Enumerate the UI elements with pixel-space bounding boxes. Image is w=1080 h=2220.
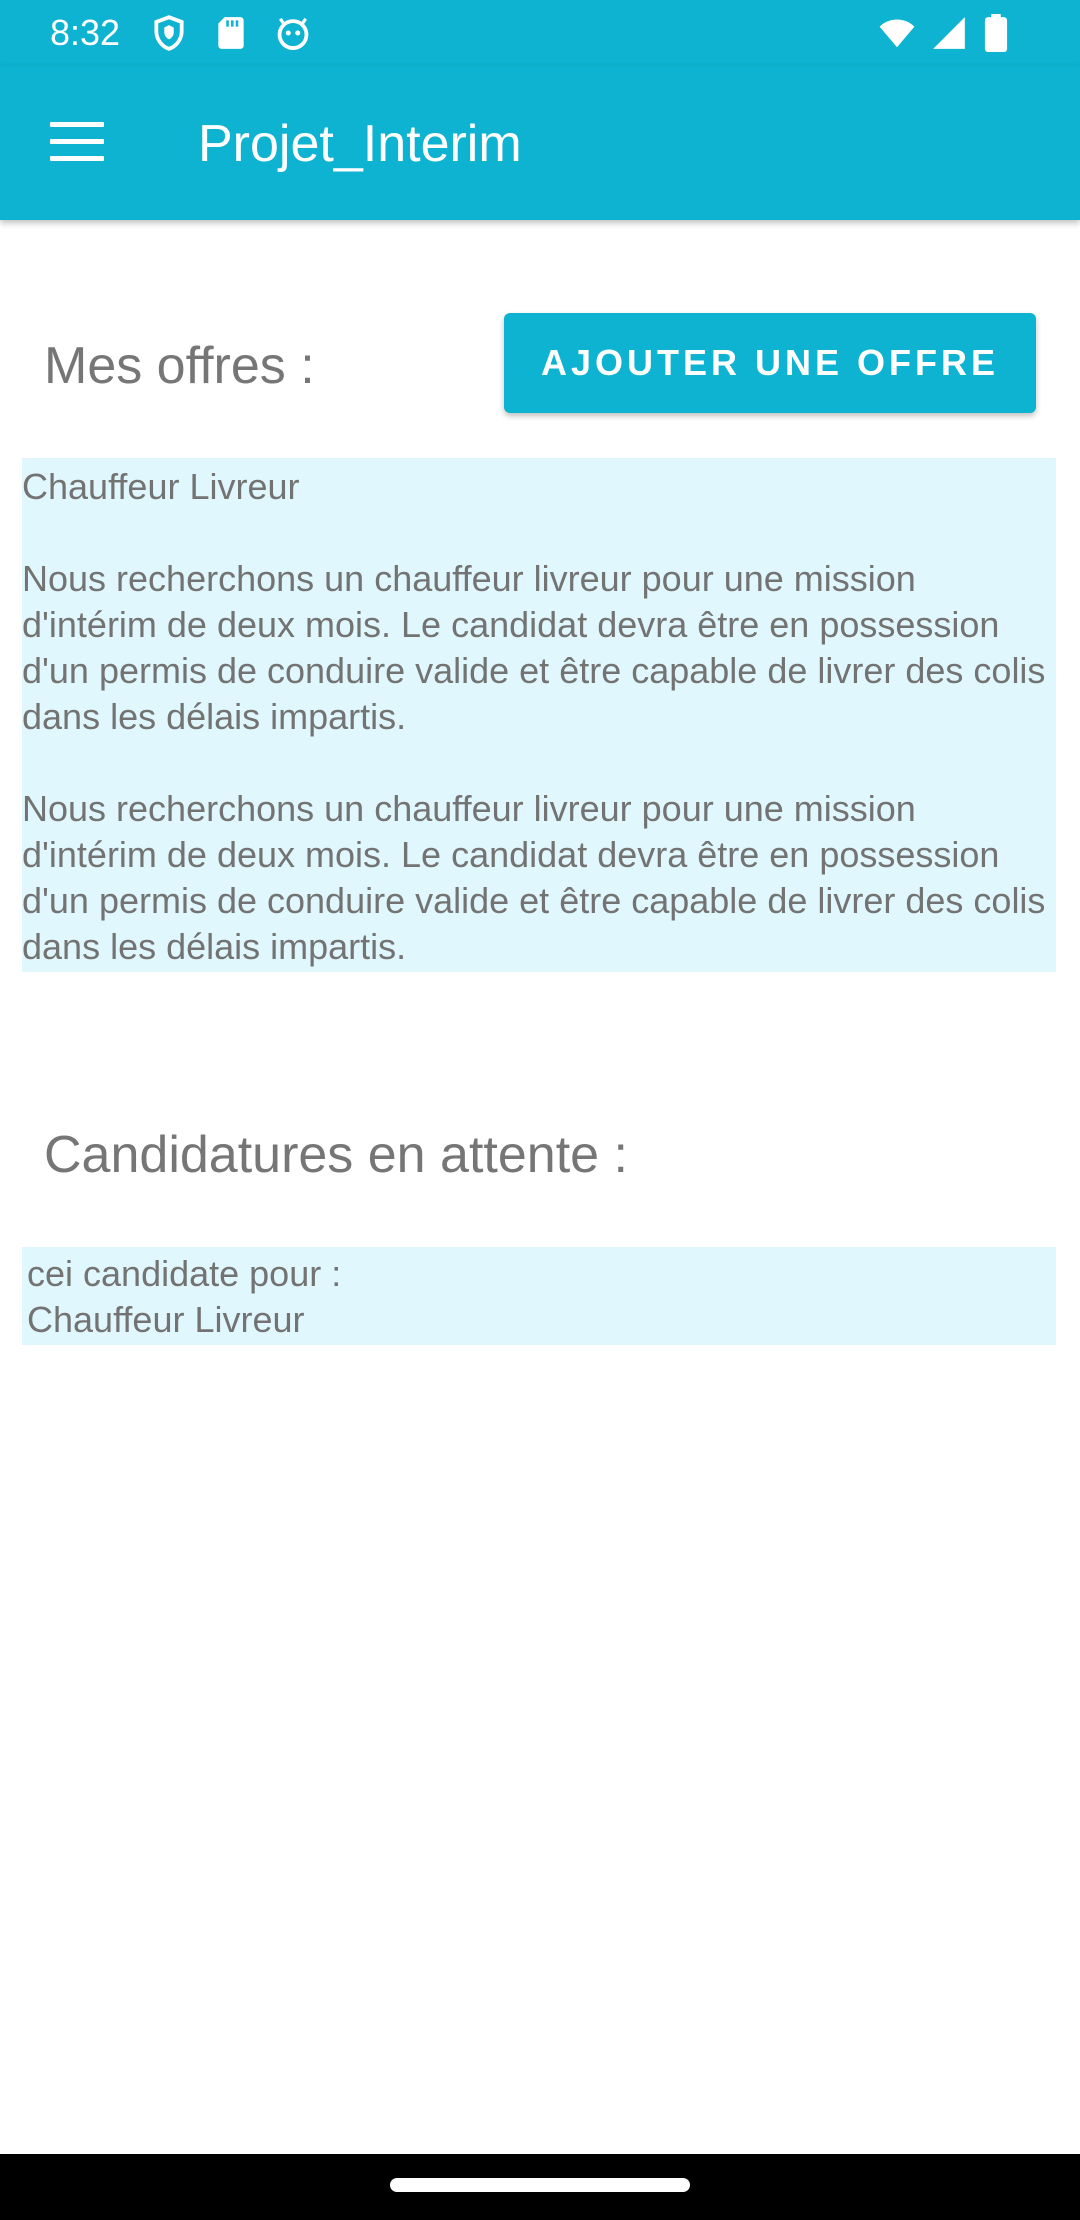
offer-description: Nous recherchons un chauffeur livreur po…	[22, 788, 1046, 967]
status-notification-icons	[150, 14, 312, 52]
add-offer-button[interactable]: AJOUTER UNE OFFRE	[504, 313, 1036, 413]
application-card[interactable]: cei candidate pour : Chauffeur Livreur	[22, 1247, 1056, 1345]
status-time: 8:32	[50, 12, 121, 53]
offer-card[interactable]: Chauffeur Livreur Nous recherchons un ch…	[22, 458, 1056, 972]
status-bar: 8:32	[0, 0, 1080, 66]
sd-card-icon	[218, 17, 244, 49]
application-offer-title: Chauffeur Livreur	[27, 1299, 305, 1340]
wifi-icon	[879, 19, 915, 48]
android-icon	[277, 17, 309, 50]
signal-icon	[933, 17, 965, 49]
offer-description: Nous recherchons un chauffeur livreur po…	[22, 558, 1046, 737]
shield-icon	[154, 15, 184, 51]
home-gesture-handle[interactable]	[390, 2178, 690, 2192]
menu-icon[interactable]	[50, 122, 104, 162]
offers-section-title: Mes offres :	[44, 337, 315, 395]
battery-icon	[984, 14, 1008, 52]
offer-title: Chauffeur Livreur	[22, 466, 300, 507]
application-text: cei candidate pour :	[27, 1253, 342, 1294]
navigation-bar	[0, 2154, 1080, 2220]
applications-section-title: Candidatures en attente :	[44, 1126, 628, 1184]
app-title: Projet_Interim	[198, 115, 522, 173]
status-system-icons	[878, 14, 1010, 52]
app-bar: Projet_Interim	[0, 66, 1080, 220]
